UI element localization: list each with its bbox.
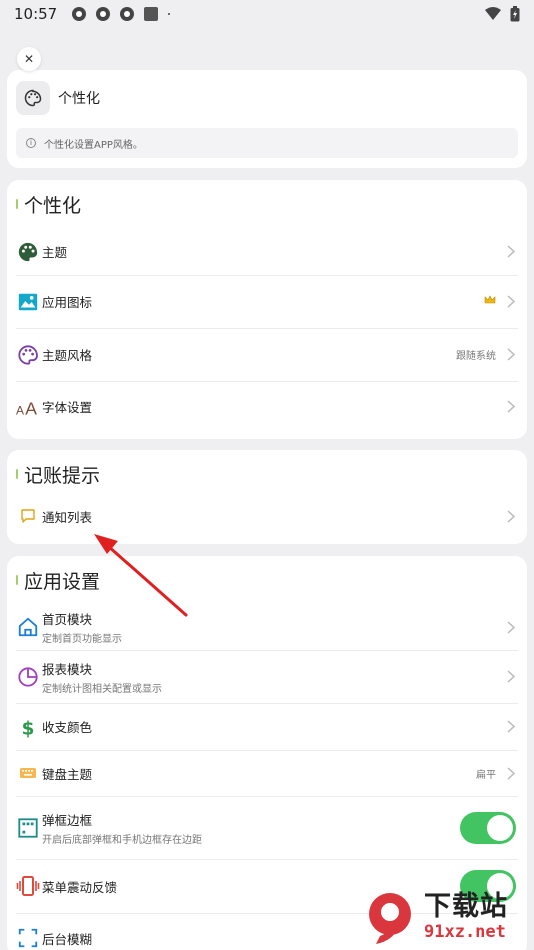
row-label: 主题风格 [42, 348, 93, 363]
svg-text:$: $ [22, 718, 35, 738]
row-label: 报表模块 [42, 661, 93, 677]
section-title: 个性化 [7, 180, 527, 228]
image-icon [16, 290, 40, 314]
info-icon: i [26, 138, 36, 148]
close-button[interactable]: ✕ [17, 47, 41, 71]
row-theme-style[interactable]: 主题风格 跟随系统 [7, 328, 527, 381]
message-icon [16, 504, 40, 528]
chevron-right-icon [506, 766, 516, 780]
vibration-icon [16, 874, 40, 898]
row-label: 首页模块 [42, 612, 93, 627]
row-theme[interactable]: 主题 [7, 228, 527, 275]
palette-icon [16, 240, 40, 264]
font-size-icon: AA [16, 394, 40, 418]
row-keyboard-theme[interactable]: 键盘主题 扁平 [7, 750, 527, 796]
chevron-right-icon [506, 399, 516, 413]
row-description: 开启后底部弹框和手机边框存在边距 [42, 834, 202, 846]
watermark-logo: 下载站 91xz.net [358, 888, 530, 948]
crown-icon [484, 295, 496, 308]
row-app-icon[interactable]: 应用图标 [7, 275, 527, 328]
row-dialog-border: 弹框边框 开启后底部弹框和手机边框存在边距 [7, 796, 527, 859]
row-label: 弹框边框 [42, 812, 93, 828]
hint-text: 个性化设置APP风格。 [44, 139, 143, 151]
chevron-right-icon [506, 245, 516, 259]
home-icon [16, 615, 40, 639]
wifi-icon [485, 7, 501, 20]
status-time: 10:57 [14, 5, 58, 23]
chevron-right-icon [506, 620, 516, 634]
app-notification-icon [120, 7, 135, 21]
row-font-settings[interactable]: AA 字体设置 [7, 381, 527, 431]
app-notification-icon [72, 7, 87, 21]
chevron-right-icon [506, 720, 516, 734]
svg-text:A: A [25, 398, 37, 417]
watermark-9-logo [369, 893, 411, 944]
personalize-section: 个性化 主题 应用图标 主题风格 跟随系统 AA 字体设置 [7, 180, 527, 439]
row-description: 定制统计图相关配置或显示 [42, 683, 162, 695]
section-title: 记账提示 [7, 450, 527, 498]
watermark-title: 下载站 [424, 891, 508, 922]
palette-icon [16, 81, 50, 115]
row-label: 键盘主题 [42, 766, 93, 782]
header-card: 个性化 i 个性化设置APP风格。 [7, 70, 527, 168]
row-income-expense-color[interactable]: $ 收支颜色 [7, 703, 527, 750]
row-label: 应用图标 [42, 295, 93, 310]
row-label: 主题 [42, 245, 68, 260]
pie-chart-icon [16, 665, 40, 689]
palette-outline-icon [16, 343, 40, 367]
close-icon: ✕ [23, 52, 35, 66]
reminder-section: 记账提示 通知列表 [7, 450, 527, 544]
blur-icon [16, 926, 40, 950]
dollar-icon: $ [16, 715, 40, 739]
chevron-right-icon [506, 295, 516, 309]
row-value: 跟随系统 [456, 351, 496, 362]
dot-icon [168, 13, 171, 15]
row-label: 收支颜色 [42, 720, 93, 735]
keyboard-icon [16, 761, 40, 785]
frame-icon [16, 816, 40, 840]
page-title: 个性化 [58, 91, 100, 107]
square-notification-icon [144, 7, 159, 21]
hint-box: i 个性化设置APP风格。 [16, 128, 518, 158]
chevron-right-icon [506, 348, 516, 362]
svg-text:A: A [16, 403, 24, 417]
row-report-module[interactable]: 报表模块 定制统计图相关配置或显示 [7, 650, 527, 703]
row-description: 定制首页功能显示 [42, 634, 122, 645]
chevron-right-icon [506, 509, 516, 523]
row-value: 扁平 [476, 769, 496, 781]
section-title: 应用设置 [7, 556, 527, 604]
row-label: 通知列表 [42, 509, 93, 525]
app-notification-icon [96, 7, 111, 21]
dialog-border-toggle[interactable] [460, 811, 516, 844]
row-label: 字体设置 [42, 399, 93, 415]
chevron-right-icon [506, 670, 516, 684]
row-notification-list[interactable]: 通知列表 [7, 498, 527, 534]
watermark-url: 91xz.net [424, 922, 506, 942]
battery-icon [510, 6, 520, 22]
status-bar: 10:57 [0, 0, 534, 28]
row-home-module[interactable]: 首页模块 定制首页功能显示 [7, 604, 527, 650]
